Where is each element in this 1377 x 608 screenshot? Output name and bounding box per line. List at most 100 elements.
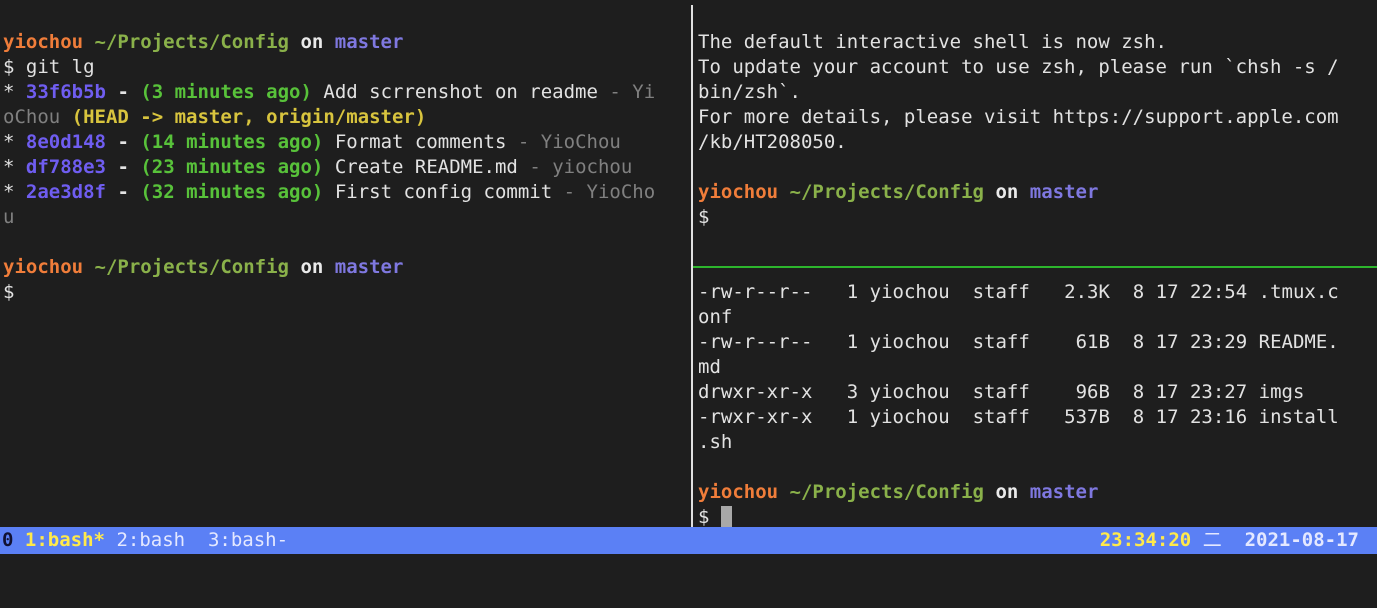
prompt-line: yiochou ~/Projects/Config on master <box>695 480 1377 505</box>
commit-hash: 2ae3d8f <box>25 181 106 203</box>
input-line[interactable]: $ <box>0 280 690 305</box>
status-date: 2021-08-17 <box>1244 529 1359 551</box>
file-links: 1 <box>846 331 859 353</box>
pane-divider-horizontal-active[interactable] <box>693 266 1377 268</box>
sep: - <box>529 156 541 178</box>
commit-author-wrap: oChou <box>3 106 61 128</box>
file-perms: -rw-r--r-- <box>698 331 813 353</box>
prompt-line: yiochou ~/Projects/Config on master <box>0 30 690 55</box>
dash: - <box>117 131 129 153</box>
commit-line: * df788e3 - (23 minutes ago) Create READ… <box>0 155 690 180</box>
commit-line-wrap: u <box>0 205 690 230</box>
commit-hash: df788e3 <box>25 156 106 178</box>
file-name: README. <box>1258 331 1339 353</box>
prompt-on: on <box>300 256 324 278</box>
file-group: staff <box>972 381 1030 403</box>
status-time: 23:34:20 <box>1099 529 1192 551</box>
prompt-line: yiochou ~/Projects/Config on master <box>0 255 690 280</box>
file-date: 8 17 23:29 <box>1132 331 1248 353</box>
file-group: staff <box>972 281 1030 303</box>
file-perms: drwxr-xr-x <box>698 381 813 403</box>
text-cursor <box>720 506 732 527</box>
commit-line: * 33f6b5b - (3 minutes ago) Add scrrensh… <box>0 80 690 105</box>
window-tab-1[interactable]: 1:bash* <box>25 529 105 551</box>
prompt-path: ~/Projects/Config <box>789 481 984 503</box>
prompt-user: yiochou <box>3 31 84 53</box>
commit-author-wrap: u <box>3 206 15 228</box>
left-terminal-pane[interactable]: yiochou ~/Projects/Config on master $ gi… <box>0 0 690 527</box>
status-right: 23:34:20 二 2021-08-17 <box>1100 527 1359 554</box>
tmux-status-bar: 0 1:bash* 2:bash 3:bash- 23:34:20 二 2021… <box>0 527 1377 554</box>
file-size: 2.3K <box>1064 281 1110 303</box>
ls-row-wrap: onf <box>698 306 733 328</box>
file-date: 8 17 23:27 <box>1132 381 1248 403</box>
commit-author: YioChou <box>540 131 621 153</box>
file-size: 61B <box>1075 331 1110 353</box>
ls-row: drwxr-xr-x 3 yiochou staff 96B 8 17 23:2… <box>695 380 1377 405</box>
commit-line: * 8e0d148 - (14 minutes ago) Format comm… <box>0 130 690 155</box>
sep: - <box>517 131 530 153</box>
sep: - <box>609 81 621 103</box>
commit-time: (14 minutes ago) <box>140 131 324 153</box>
commit-author: YioCho <box>586 181 656 203</box>
prompt-branch: master <box>1029 481 1099 503</box>
prompt-user: yiochou <box>3 256 84 278</box>
dash: - <box>117 156 129 178</box>
window-tab-2[interactable]: 2:bash <box>116 529 185 551</box>
status-weekday: 二 <box>1202 529 1222 551</box>
graph-star: * <box>3 131 15 153</box>
commit-message: Create README.md <box>334 156 518 178</box>
file-size: 96B <box>1075 381 1110 403</box>
file-name: install <box>1258 406 1339 428</box>
file-group: staff <box>972 406 1030 428</box>
prompt-branch: master <box>334 256 404 278</box>
status-left: 0 1:bash* 2:bash 3:bash- <box>2 527 288 554</box>
file-owner: yiochou <box>869 381 950 403</box>
file-owner: yiochou <box>869 281 950 303</box>
input-line[interactable]: $ <box>695 505 1377 527</box>
output-line: The default interactive shell is now zsh… <box>698 31 1167 53</box>
graph-star: * <box>3 156 15 178</box>
prompt-path: ~/Projects/Config <box>789 181 984 203</box>
prompt-dollar: $ <box>698 506 710 527</box>
prompt-branch: master <box>1029 181 1099 203</box>
window-tab-3[interactable]: 3:bash- <box>208 529 288 551</box>
file-owner: yiochou <box>869 406 950 428</box>
commit-line-wrap: oChou (HEAD -> master, origin/master) <box>0 105 690 130</box>
prompt-path: ~/Projects/Config <box>94 256 289 278</box>
commit-hash: 33f6b5b <box>25 81 106 103</box>
file-size: 537B <box>1064 406 1110 428</box>
dash: - <box>117 181 129 203</box>
commit-time: (23 minutes ago) <box>140 156 324 178</box>
output-line: bin/zsh`. <box>698 81 801 103</box>
output-line: /kb/HT208050. <box>698 131 847 153</box>
ls-row: -rw-r--r-- 1 yiochou staff 61B 8 17 23:2… <box>695 330 1377 355</box>
right-bottom-terminal-pane[interactable]: -rw-r--r-- 1 yiochou staff 2.3K 8 17 22:… <box>695 269 1377 527</box>
right-top-terminal-pane[interactable]: The default interactive shell is now zsh… <box>695 0 1377 266</box>
ls-row: -rw-r--r-- 1 yiochou staff 2.3K 8 17 22:… <box>695 280 1377 305</box>
session-index: 0 <box>2 529 14 551</box>
file-links: 1 <box>846 406 859 428</box>
commit-message: Add scrrenshot on readme <box>323 81 598 103</box>
file-perms: -rwxr-xr-x <box>698 406 813 428</box>
input-line[interactable]: $ <box>695 205 1377 230</box>
ls-row-wrap: .sh <box>698 431 733 453</box>
commit-refs: (HEAD -> master, origin/master) <box>71 106 427 128</box>
file-links: 1 <box>846 281 859 303</box>
commit-line: * 2ae3d8f - (32 minutes ago) First confi… <box>0 180 690 205</box>
prompt-on: on <box>995 481 1019 503</box>
prompt-on: on <box>300 31 324 53</box>
commit-hash: 8e0d148 <box>25 131 106 153</box>
prompt-user: yiochou <box>698 481 779 503</box>
prompt-branch: master <box>334 31 404 53</box>
command-line: $ git lg <box>3 56 95 78</box>
prompt-dollar: $ <box>698 206 710 228</box>
file-name: imgs <box>1258 381 1305 403</box>
ls-row-wrap: md <box>698 356 721 378</box>
file-group: staff <box>972 331 1030 353</box>
file-date: 8 17 23:16 <box>1132 406 1248 428</box>
prompt-path: ~/Projects/Config <box>94 31 289 53</box>
